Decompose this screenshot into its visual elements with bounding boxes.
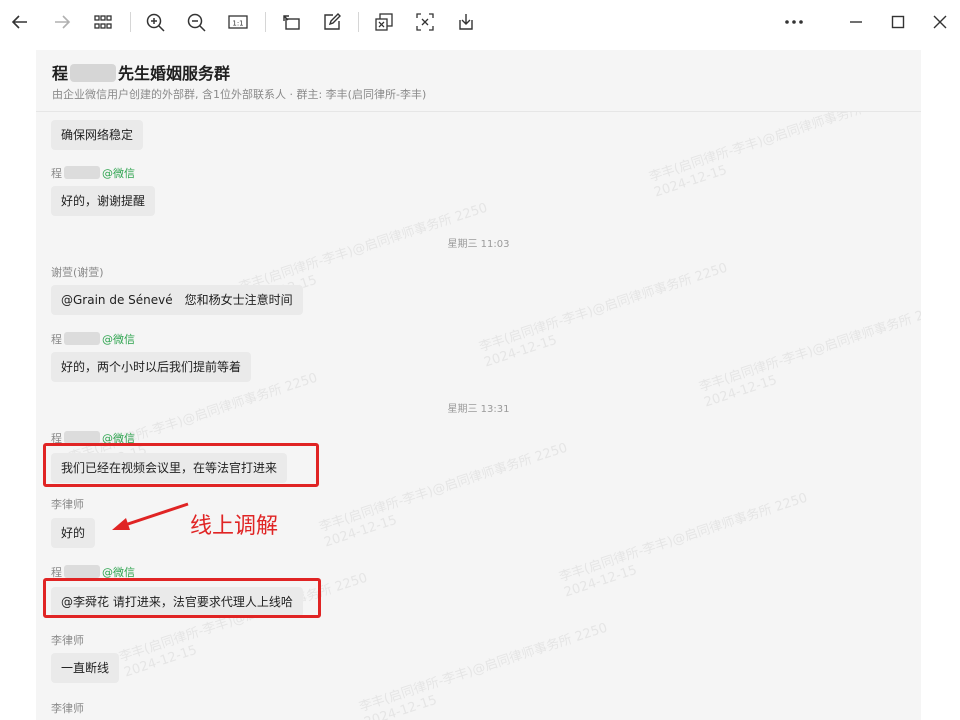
watermark: 李丰(启同律所-李丰)@启同律师事务所 22502024-12-15 xyxy=(557,490,810,601)
arrow-right-icon[interactable] xyxy=(48,8,76,36)
message-bubble: 一直断线 xyxy=(51,653,120,683)
actual-size-icon[interactable]: 1:1 xyxy=(224,8,252,36)
edit-icon[interactable] xyxy=(318,8,346,36)
message-sender: 谢萱(谢萱) xyxy=(51,266,104,279)
watermark: 李丰(启同律所-李丰)@启同律师事务所 22502024-12-15 xyxy=(317,440,570,551)
redaction-blur xyxy=(64,565,100,578)
watermark: 李丰(启同律所-李丰)@启同律师事务所 22502024-12-15 xyxy=(357,620,610,720)
message-bubble: 好的 xyxy=(51,518,96,548)
grid-icon[interactable] xyxy=(89,8,117,36)
zoom-in-icon[interactable] xyxy=(141,8,169,36)
redaction-blur xyxy=(64,332,100,345)
minimize-icon[interactable] xyxy=(842,8,870,36)
highlight-box xyxy=(43,578,321,618)
image-viewer: 李丰(启同律所-李丰)@启同律师事务所 2250 2024-12-15 李丰(启同… xyxy=(36,50,921,720)
timestamp: 星期三 13:31 xyxy=(447,404,510,415)
chat-subtitle: 由企业微信用户创建的外部群, 含1位外部联系人 · 群主: 李丰(启同律所-李丰… xyxy=(52,88,427,101)
message-sender: 李律师 xyxy=(51,702,84,715)
message-bubble: 确保网络稳定 xyxy=(51,120,144,150)
zoom-out-icon[interactable] xyxy=(182,8,210,36)
annotation-label: 线上调解 xyxy=(190,514,279,539)
rotate-icon[interactable] xyxy=(277,8,305,36)
annotation-arrow xyxy=(112,502,189,530)
message-sender: 程 @微信 xyxy=(51,166,135,180)
chat-title: 程先生婚姻服务群 xyxy=(52,64,231,83)
translate-icon[interactable] xyxy=(411,8,439,36)
message-bubble: 好的，两个小时以后我们提前等着 xyxy=(51,352,252,382)
chat-header: 程先生婚姻服务群 由企业微信用户创建的外部群, 含1位外部联系人 · 群主: 李… xyxy=(36,50,921,112)
actual-size-label: 1:1 xyxy=(232,20,243,28)
more-icon[interactable] xyxy=(780,8,808,36)
download-icon[interactable] xyxy=(452,8,480,36)
watermark: 李丰(启同律所-李丰)@启同律师事务所 22502024-12-15 xyxy=(477,260,730,371)
redaction-blur xyxy=(64,166,100,179)
message-bubble: 好的，谢谢提醒 xyxy=(51,186,156,216)
wechat-tag: @微信 xyxy=(102,333,135,346)
message-sender: 程 @微信 xyxy=(51,332,135,346)
extract-text-icon[interactable] xyxy=(370,8,398,36)
arrow-left-icon[interactable] xyxy=(6,8,34,36)
close-icon[interactable] xyxy=(926,8,954,36)
message-bubble: @Grain de Sénevé 您和杨女士注意时间 xyxy=(51,285,303,315)
message-sender: 李律师 xyxy=(51,498,84,511)
message-sender: 李律师 xyxy=(51,634,84,647)
watermark: 李丰(启同律所-李丰)@启同律师事务所 22502024-12-15 xyxy=(697,300,921,411)
timestamp: 星期三 11:03 xyxy=(447,239,510,250)
wechat-tag: @微信 xyxy=(102,167,135,180)
viewer-toolbar: 1:1 xyxy=(0,0,960,44)
maximize-icon[interactable] xyxy=(884,8,912,36)
redaction-blur xyxy=(70,64,117,82)
